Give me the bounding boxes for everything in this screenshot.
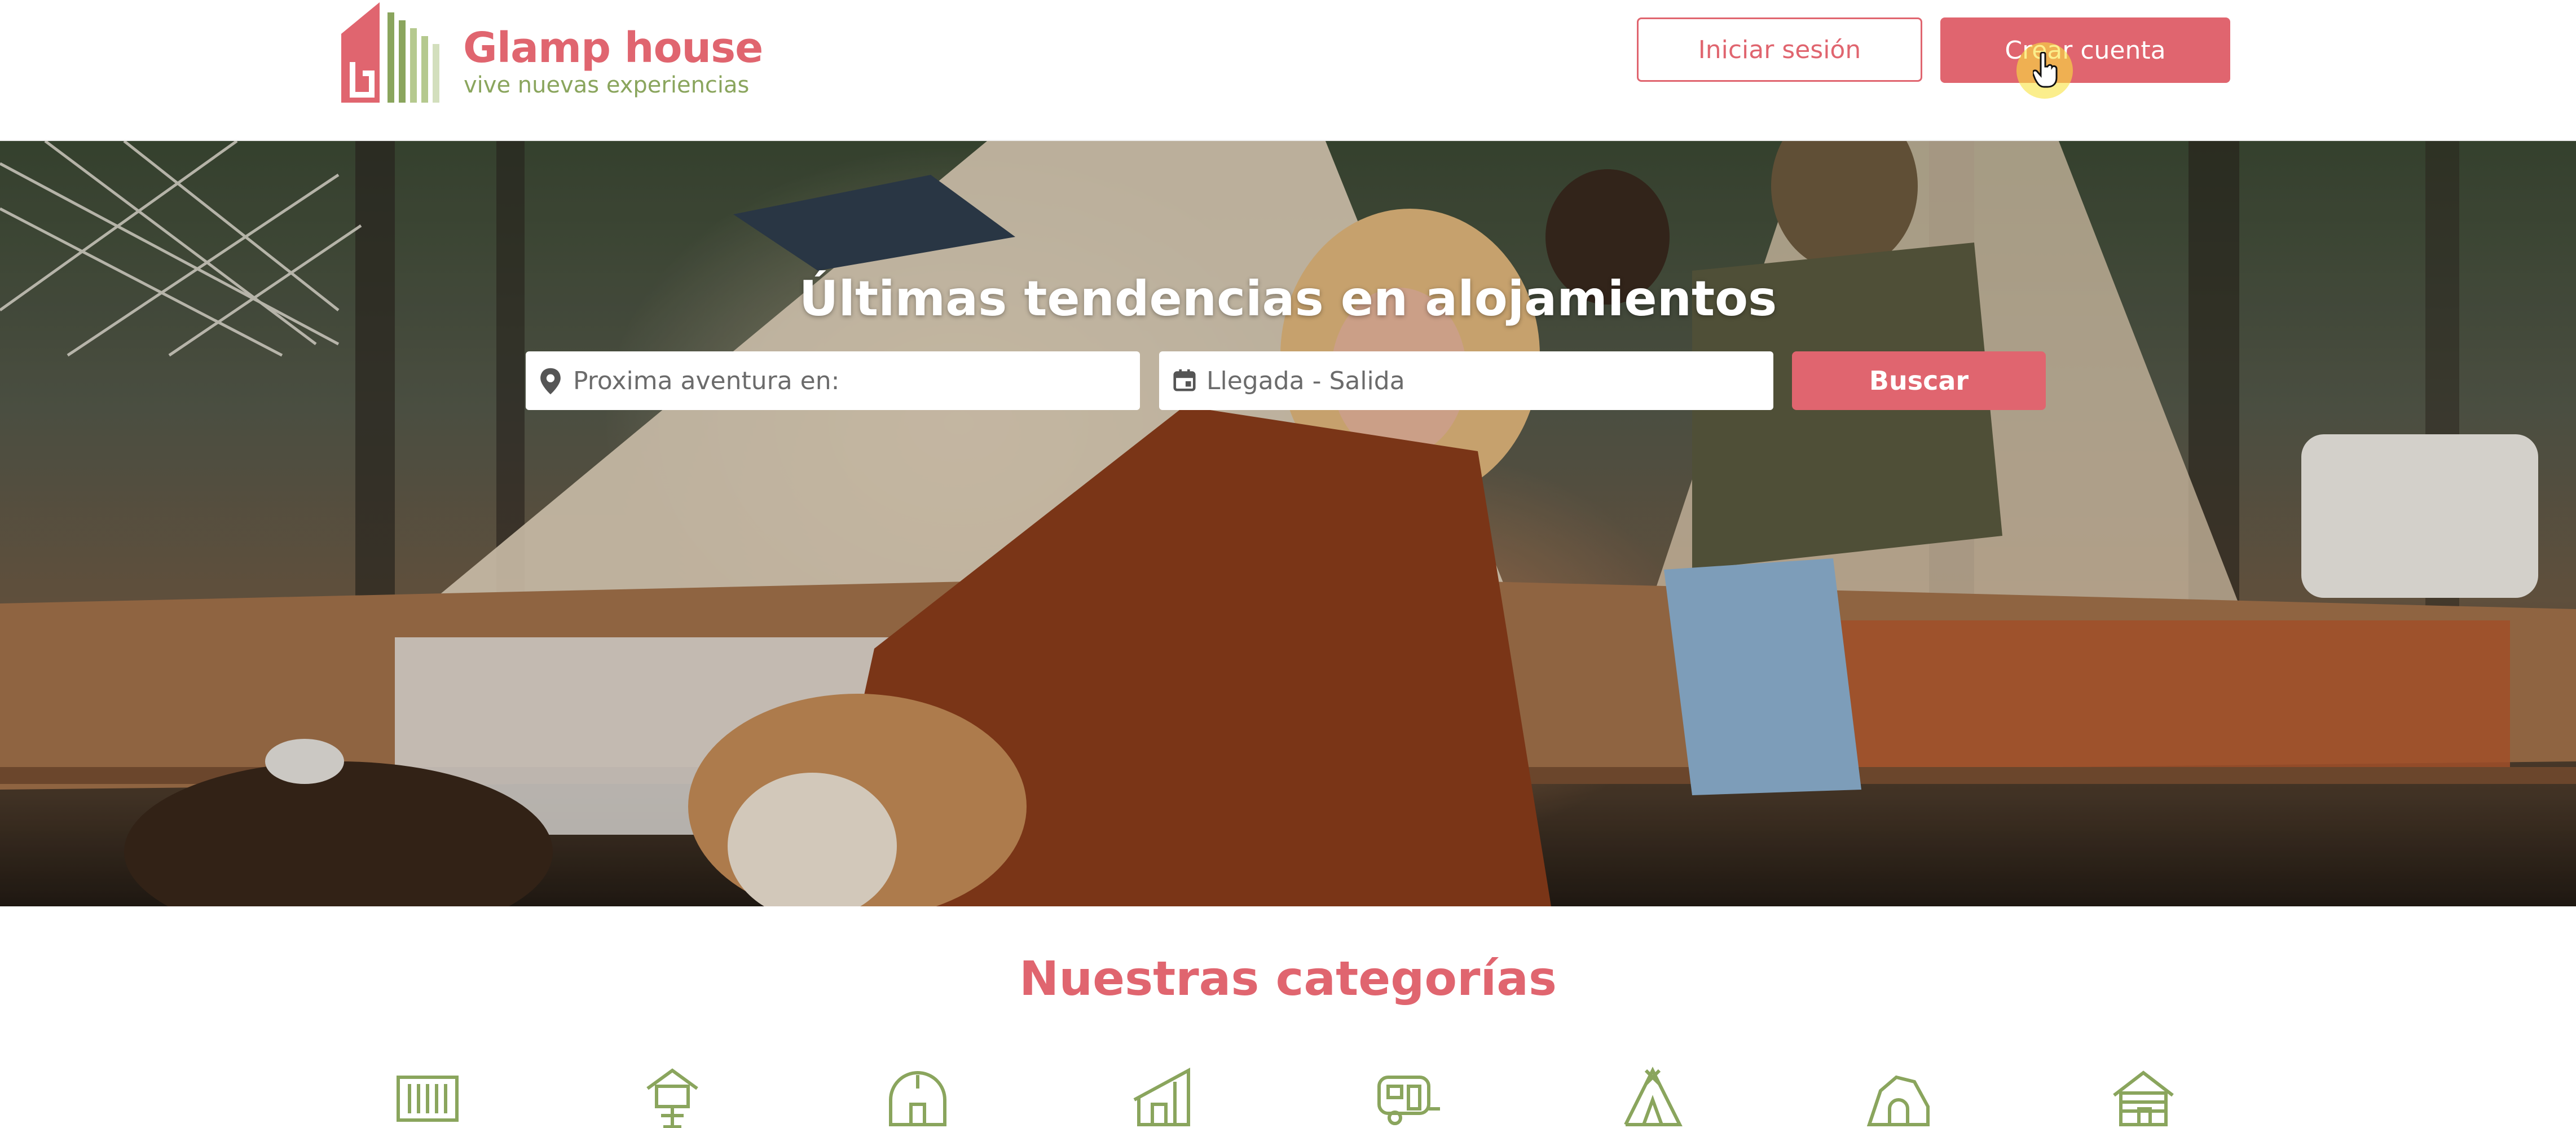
login-button[interactable]: Iniciar sesión — [1637, 17, 1922, 82]
teepee-icon[interactable] — [1619, 1066, 1686, 1128]
dates-input[interactable] — [1206, 351, 1759, 410]
log-cabin-icon[interactable] — [2110, 1066, 2177, 1128]
treehouse-icon[interactable] — [639, 1066, 706, 1128]
hero-banner: Últimas tendencias en alojamientos Busca… — [0, 141, 2576, 906]
hand-pointer-icon — [2033, 52, 2058, 88]
calendar-icon — [1173, 369, 1196, 391]
dates-field[interactable] — [1159, 351, 1773, 410]
dome-icon[interactable] — [884, 1066, 952, 1128]
destination-input[interactable] — [573, 351, 1126, 410]
hero-background-photo — [0, 141, 2576, 906]
cabin-icon[interactable] — [1130, 1066, 1197, 1128]
logo-title: Glamp house — [463, 24, 763, 72]
logo-tagline: vive nuevas experiencias — [464, 72, 750, 98]
logo-mark-icon — [341, 2, 439, 103]
caravan-icon[interactable] — [1375, 1066, 1442, 1128]
glamp-house-logo[interactable]: Glamp house vive nuevas experiencias — [340, 0, 763, 107]
container-icon[interactable] — [394, 1066, 461, 1128]
hero-title: Últimas tendencias en alojamientos — [799, 271, 1777, 327]
create-account-button[interactable]: Crear cuenta — [1940, 17, 2230, 83]
location-pin-icon — [540, 368, 561, 395]
top-navbar: Glamp house vive nuevas experiencias Ini… — [0, 0, 2576, 142]
search-button[interactable]: Buscar — [1792, 351, 2046, 410]
cave-icon[interactable] — [1865, 1066, 1932, 1128]
categories-title: Nuestras categorías — [1019, 951, 1557, 1006]
destination-field[interactable] — [526, 351, 1140, 410]
